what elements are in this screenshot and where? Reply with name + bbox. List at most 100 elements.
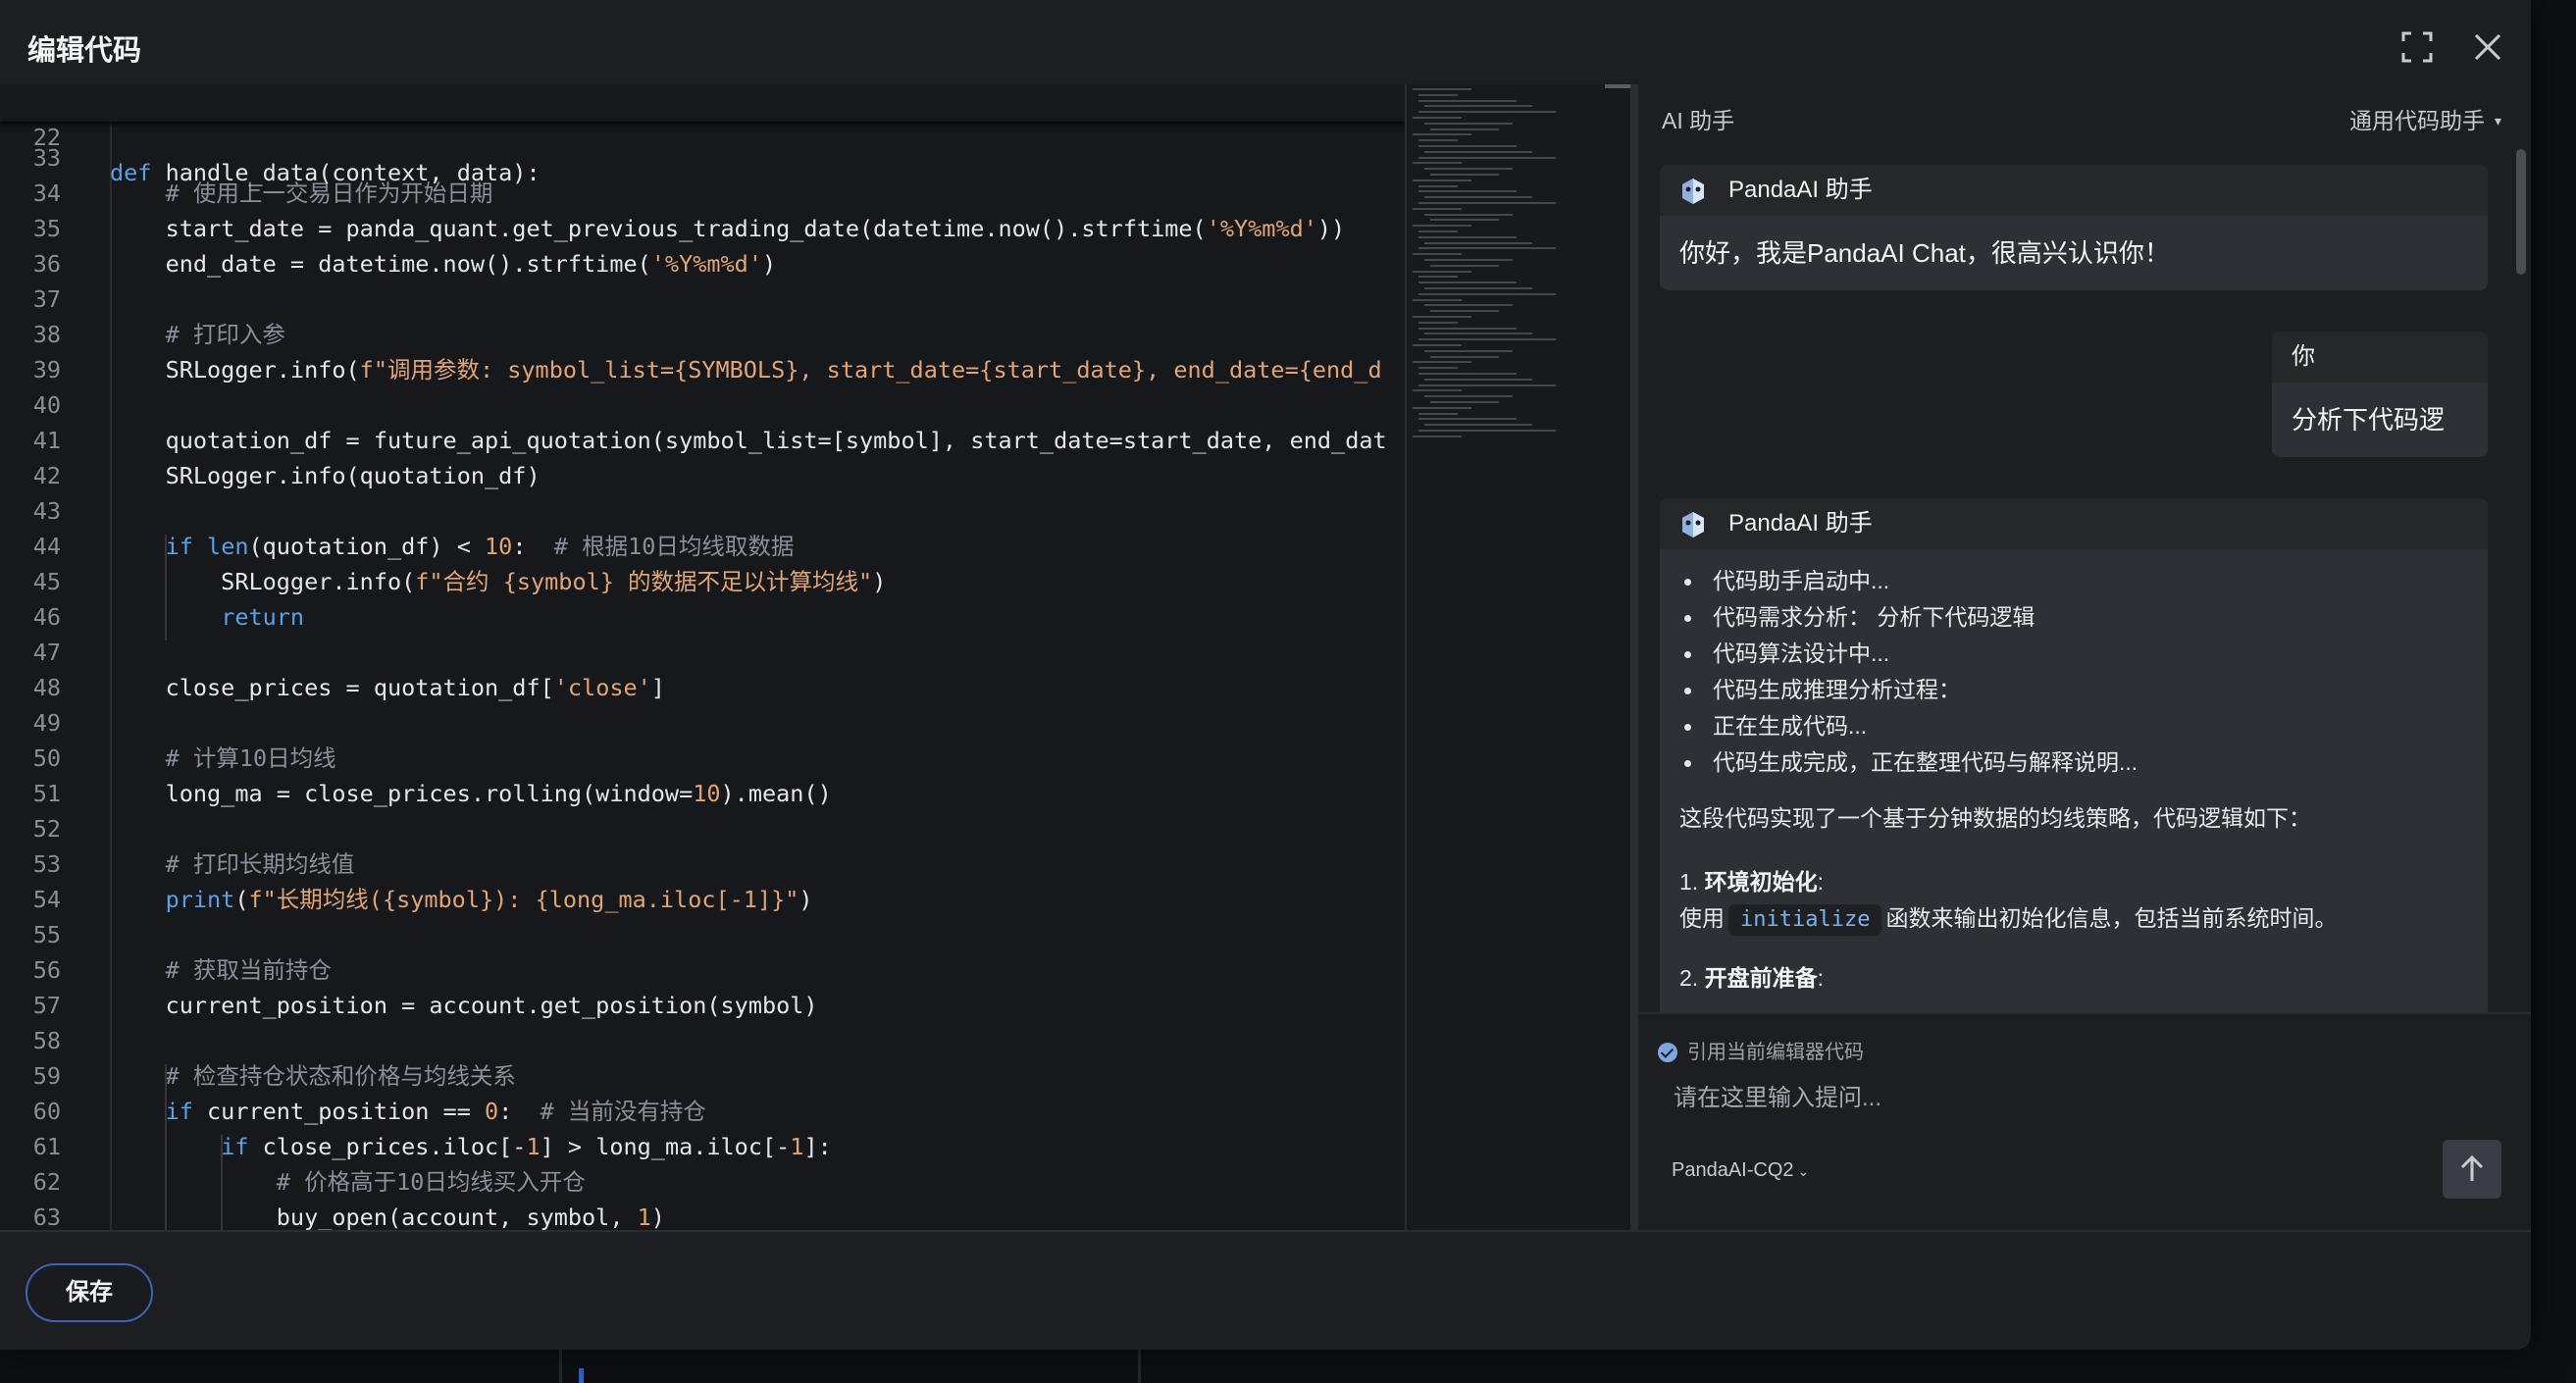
indent-guide <box>221 1135 223 1230</box>
minimap-line <box>1418 282 1517 284</box>
send-button[interactable] <box>2443 1140 2501 1199</box>
editor-minimap[interactable] <box>1405 84 1630 1230</box>
fullscreen-icon[interactable] <box>2399 29 2435 65</box>
minimap-line <box>1418 412 1458 415</box>
section-colon: : <box>1817 965 1824 991</box>
ai-panel-title: AI 助手 <box>1662 108 1735 133</box>
dialog-titlebar: 编辑代码 <box>0 0 2531 84</box>
message-text: 分析下代码逻辑 <box>2292 405 2446 435</box>
minimap-line <box>1418 190 1517 193</box>
line-number: 59 <box>32 1062 61 1090</box>
code-line: 41 quotation_df = future_api_quotation(s… <box>0 423 1405 458</box>
minimap-line <box>1418 430 1556 432</box>
model-select[interactable]: PandaAI-CQ2 ⌄ <box>1672 1159 1809 1182</box>
code-text: buy_open(account, symbol, 1) <box>110 1204 665 1230</box>
sender-name: PandaAI 助手 <box>1728 177 1873 203</box>
message-header: 你 <box>2272 332 2488 383</box>
code-text: if close_prices.iloc[-1] > long_ma.iloc[… <box>221 1133 832 1160</box>
section-body: 使用 initialize 函数来输出初始化信息，包括当前系统时间。 <box>1679 900 2468 937</box>
backdrop-divider <box>559 1349 562 1383</box>
minimap-line <box>1418 111 1556 114</box>
minimap-line <box>1424 259 1513 261</box>
line-number: 56 <box>32 956 61 984</box>
code-line: 52 <box>0 811 1405 846</box>
save-button[interactable]: 保存 <box>26 1263 153 1322</box>
assistant-mode-label: 通用代码助手 <box>2348 108 2485 133</box>
code-text: return <box>221 603 305 631</box>
model-label: PandaAI-CQ2 <box>1672 1159 1794 1181</box>
code-text: quotation_df = future_api_quotation(symb… <box>110 427 1387 454</box>
code-text: SRLogger.info(f"调用参数: symbol_list={SYMBO… <box>110 356 1382 384</box>
code-line: 36 end_date = datetime.now().strftime('%… <box>0 246 1405 282</box>
minimap-line <box>1413 361 1471 364</box>
minimap-line <box>1424 287 1532 289</box>
line-number: 38 <box>32 321 61 348</box>
code-text: # 检查持仓状态和价格与均线关系 <box>165 1062 516 1090</box>
code-line: 43 <box>0 493 1405 529</box>
minimap-line <box>1418 156 1556 159</box>
section-heading: 1. 环境初始化: <box>1679 864 2468 900</box>
code-text: long_ma = close_prices.rolling(window=10… <box>110 780 832 807</box>
line-number: 50 <box>32 744 61 772</box>
minimap-line <box>1418 230 1458 232</box>
line-number: 61 <box>32 1133 61 1160</box>
panel-splitter[interactable] <box>1630 84 1638 1230</box>
chat-scrollbar[interactable] <box>2516 149 2526 275</box>
code-text: # 打印入参 <box>165 321 285 348</box>
minimap-line <box>1418 338 1556 341</box>
code-line: 56 # 获取当前持仓 <box>0 952 1405 988</box>
code-text: if current_position == 0: # 当前没有持仓 <box>165 1098 706 1125</box>
code-line: 60 if current_position == 0: # 当前没有持仓 <box>0 1094 1405 1129</box>
progress-steps: 代码助手启动中... 代码需求分析： 分析下代码逻辑 代码算法设计中... 代码… <box>1679 563 2468 781</box>
minimap-line <box>1418 99 1517 102</box>
line-number: 44 <box>32 533 61 560</box>
code-line: 62 # 价格高于10日均线买入开仓 <box>0 1164 1405 1200</box>
summary-text: 这段代码实现了一个基于分钟数据的均线策略，代码逻辑如下： <box>1679 805 2311 831</box>
line-number: 51 <box>32 780 61 807</box>
section-title: 环境初始化 <box>1704 869 1818 895</box>
chevron-down-icon: ▾ <box>2494 113 2501 128</box>
assistant-mode-select[interactable]: 通用代码助手 ▾ <box>2349 102 2501 135</box>
list-item: 代码生成完成，正在整理代码与解释说明... <box>1679 744 2468 781</box>
line-number: 40 <box>32 391 61 419</box>
line-number: 58 <box>32 1027 61 1054</box>
section-colon: : <box>1817 869 1824 895</box>
indent-guide <box>165 535 167 640</box>
reference-editor-toggle[interactable]: 引用当前编辑器代码 <box>1658 1036 1864 1064</box>
line-number: 43 <box>32 497 61 525</box>
code-line: 40 <box>0 387 1405 423</box>
line-number: 46 <box>32 603 61 631</box>
line-number: 57 <box>32 992 61 1019</box>
line-number: 60 <box>32 1098 61 1125</box>
minimap-line <box>1413 207 1462 210</box>
chevron-down-icon: ⌄ <box>1797 1163 1810 1179</box>
assistant-message: PandaAI 助手 你好，我是PandaAI Chat，很高兴认识你！ <box>1660 165 2488 290</box>
line-number: 47 <box>32 639 61 666</box>
message-header: PandaAI 助手 <box>1660 165 2488 216</box>
minimap-scroll-thumb[interactable] <box>1605 84 1630 88</box>
code-text: # 价格高于10日均线买入开仓 <box>276 1168 586 1196</box>
minimap-line <box>1430 355 1499 358</box>
code-editor[interactable]: 22 def handle_data(context, data): 33 34 … <box>0 84 1405 1230</box>
code-text: # 获取当前持仓 <box>165 956 332 984</box>
line-number: 36 <box>32 250 61 278</box>
minimap-line <box>1424 304 1513 307</box>
sender-name: PandaAI 助手 <box>1728 510 1873 537</box>
minimap-line <box>1418 235 1517 238</box>
code-text: def handle_data(context, data): <box>110 159 541 186</box>
minimap-line <box>1418 292 1556 295</box>
line-number: 49 <box>32 709 61 737</box>
prompt-input[interactable] <box>1674 1079 2419 1118</box>
message-text: 你好，我是PandaAI Chat，很高兴认识你！ <box>1679 238 2170 268</box>
code-line: 45 SRLogger.info(f"合约 {symbol} 的数据不足以计算均… <box>0 564 1405 599</box>
minimap-line <box>1418 202 1556 204</box>
minimap-line <box>1413 117 1462 119</box>
close-icon[interactable] <box>2470 29 2505 65</box>
message-header: PandaAI 助手 <box>1660 498 2488 549</box>
code-line: 37 <box>0 282 1405 317</box>
minimap-line <box>1413 298 1462 301</box>
code-line: 54 print(f"长期均线({symbol}): {long_ma.iloc… <box>0 882 1405 917</box>
minimap-line <box>1413 435 1462 437</box>
panda-avatar-icon <box>1682 512 1704 538</box>
minimap-line <box>1418 367 1458 370</box>
